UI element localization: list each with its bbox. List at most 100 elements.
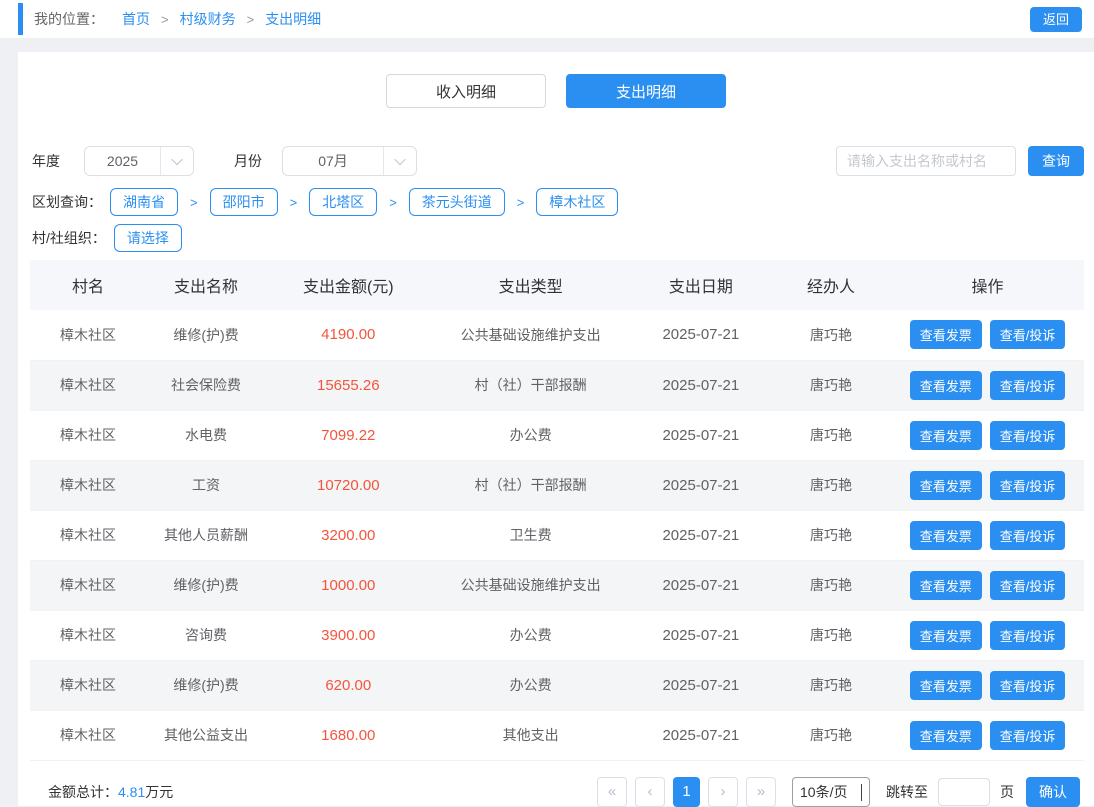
- view-complaint-button[interactable]: 查看/投诉: [989, 370, 1066, 400]
- cell-date: 2025-07-21: [662, 576, 740, 594]
- region-separator: >: [516, 194, 525, 210]
- cell-date: 2025-07-21: [662, 376, 740, 394]
- col-header-date: 支出日期: [630, 260, 771, 310]
- cell-operator: 唐巧艳: [809, 727, 852, 743]
- cell-operator: 唐巧艳: [809, 377, 852, 393]
- cell-expense-name: 维修(护)费: [173, 577, 239, 593]
- col-header-actions: 操作: [891, 260, 1084, 310]
- cell-expense-name: 咨询费: [185, 627, 227, 643]
- year-select[interactable]: 2025: [84, 146, 194, 176]
- total-amount: 金额总计：4.81万元: [48, 782, 173, 802]
- filter-row-org: 村/社组织： 请选择: [32, 224, 1084, 252]
- cell-date: 2025-07-21: [662, 426, 740, 444]
- cell-village: 樟木社区: [59, 527, 116, 543]
- month-select[interactable]: 07月: [282, 146, 417, 176]
- region-separator: >: [190, 194, 198, 210]
- cell-amount: 3900.00: [321, 626, 376, 644]
- cell-operator: 唐巧艳: [809, 577, 852, 593]
- card-footer: 金额总计：4.81万元 « ‹ 1 › » 10条/页 跳转至 页 确认: [30, 776, 1080, 807]
- region-button[interactable]: 樟木社区: [536, 188, 619, 216]
- pagination: « ‹ 1 › » 10条/页 跳转至 页 确认: [589, 776, 1080, 807]
- search-button[interactable]: 查询: [1028, 146, 1084, 176]
- view-complaint-button[interactable]: 查看/投诉: [989, 670, 1066, 700]
- cell-amount: 620.00: [325, 676, 372, 694]
- breadcrumb-link[interactable]: 首页: [122, 9, 150, 29]
- table-row: 樟木社区 社会保险费 15655.26 村（社）干部报酬 2025-07-21 唐巧艳 查看…: [30, 360, 1084, 410]
- view-complaint-button[interactable]: 查看/投诉: [989, 570, 1066, 600]
- col-header-village: 村名: [30, 260, 146, 310]
- cell-date: 2025-07-21: [662, 726, 740, 744]
- cell-expense-name: 维修(护)费: [173, 677, 239, 693]
- cell-amount: 3200.00: [321, 526, 376, 544]
- cell-expense-name: 其他人员薪酬: [164, 527, 248, 543]
- tab-income-detail[interactable]: 收入明细: [386, 74, 546, 108]
- top-bar: 我的位置： 首页 > 村级财务 > 支出明细 返回: [0, 0, 1094, 38]
- breadcrumb-link[interactable]: 村级财务: [180, 9, 236, 29]
- view-invoice-button[interactable]: 查看发票: [909, 620, 982, 650]
- cell-operator: 唐巧艳: [809, 677, 852, 693]
- chevron-down-icon: [384, 147, 416, 175]
- back-button[interactable]: 返回: [1030, 7, 1082, 32]
- jump-page-input[interactable]: [938, 777, 990, 806]
- region-button[interactable]: 茶元头街道: [408, 188, 505, 216]
- page-size-select[interactable]: 10条/页: [792, 776, 870, 807]
- breadcrumb-separator: >: [161, 11, 169, 27]
- cell-village: 樟木社区: [59, 377, 116, 393]
- cell-actions: 查看发票 查看/投诉: [891, 560, 1084, 610]
- cell-village: 樟木社区: [59, 727, 116, 743]
- view-complaint-button[interactable]: 查看/投诉: [989, 620, 1066, 650]
- col-header-expense-name: 支出名称: [145, 260, 267, 310]
- cell-type: 村（社）干部报酬: [474, 377, 587, 393]
- table-row: 樟木社区 其他人员薪酬 3200.00 卫生费 2025-07-21 唐巧艳 查看发票 查看/…: [30, 510, 1084, 560]
- org-select-button[interactable]: 请选择: [113, 224, 182, 252]
- breadcrumb-link[interactable]: 支出明细: [265, 9, 321, 29]
- table-row: 樟木社区 维修(护)费 620.00 办公费 2025-07-21 唐巧艳 查看发票 查看/投…: [30, 660, 1084, 710]
- table-body: 樟木社区 维修(护)费 4190.00 公共基础设施维护支出 2025-07-21 唐巧艳…: [30, 310, 1084, 760]
- cell-date: 2025-07-21: [662, 326, 740, 344]
- expense-table-wrap: 村名 支出名称 支出金额(元) 支出类型 支出日期 经办人 操作 樟木社区维修(…: [30, 260, 1084, 761]
- view-invoice-button[interactable]: 查看发票: [909, 720, 982, 750]
- pagination-first-button[interactable]: «: [597, 776, 627, 807]
- table-header-row: 村名 支出名称 支出金额(元) 支出类型 支出日期 经办人 操作: [30, 260, 1084, 310]
- cell-operator: 唐巧艳: [809, 527, 852, 543]
- jump-label: 跳转至: [886, 783, 928, 800]
- region-button[interactable]: 邵阳市: [209, 188, 278, 216]
- breadcrumb: 我的位置： 首页 > 村级财务 > 支出明细: [34, 9, 321, 29]
- cell-actions: 查看发票 查看/投诉: [891, 660, 1084, 710]
- view-complaint-button[interactable]: 查看/投诉: [989, 470, 1066, 500]
- cell-actions: 查看发票 查看/投诉: [891, 610, 1084, 660]
- region-button[interactable]: 湖南省: [110, 188, 178, 216]
- view-invoice-button[interactable]: 查看发票: [909, 320, 982, 350]
- col-header-amount: 支出金额(元): [266, 260, 431, 310]
- view-invoice-button[interactable]: 查看发票: [909, 370, 982, 400]
- cell-actions: 查看发票 查看/投诉: [891, 710, 1084, 760]
- view-invoice-button[interactable]: 查看发票: [909, 670, 982, 700]
- accent-bar: [18, 3, 23, 35]
- cell-operator: 唐巧艳: [809, 326, 852, 343]
- tab-expense-detail[interactable]: 支出明细: [566, 74, 726, 108]
- view-complaint-button[interactable]: 查看/投诉: [989, 420, 1066, 450]
- view-invoice-button[interactable]: 查看发票: [909, 470, 982, 500]
- expense-table: 村名 支出名称 支出金额(元) 支出类型 支出日期 经办人 操作 樟木社区维修(…: [30, 260, 1084, 761]
- total-value: 4.81: [118, 783, 146, 800]
- pagination-last-button[interactable]: »: [746, 776, 776, 807]
- view-invoice-button[interactable]: 查看发票: [909, 520, 982, 550]
- region-button[interactable]: 北塔区: [309, 188, 378, 216]
- view-invoice-button[interactable]: 查看发票: [909, 420, 982, 450]
- cell-village: 樟木社区: [59, 577, 116, 593]
- region-label: 区划查询：: [32, 194, 102, 210]
- table-row: 樟木社区 维修(护)费 1000.00 公共基础设施维护支出 2025-07-21 唐巧艳…: [30, 560, 1084, 610]
- pagination-prev-button[interactable]: ‹: [635, 776, 665, 807]
- view-complaint-button[interactable]: 查看/投诉: [989, 720, 1066, 750]
- confirm-jump-button[interactable]: 确认: [1026, 776, 1080, 807]
- view-complaint-button[interactable]: 查看/投诉: [989, 320, 1066, 350]
- year-label: 年度: [32, 153, 60, 169]
- view-complaint-button[interactable]: 查看/投诉: [989, 520, 1066, 550]
- pagination-next-button[interactable]: ›: [708, 776, 738, 807]
- search-input[interactable]: [836, 146, 1016, 176]
- cell-amount: 1680.00: [321, 726, 376, 744]
- cell-type: 其他支出: [502, 727, 559, 743]
- cell-type: 公共基础设施维护支出: [460, 577, 601, 593]
- view-invoice-button[interactable]: 查看发票: [909, 570, 982, 600]
- pagination-page-1[interactable]: 1: [673, 776, 700, 807]
